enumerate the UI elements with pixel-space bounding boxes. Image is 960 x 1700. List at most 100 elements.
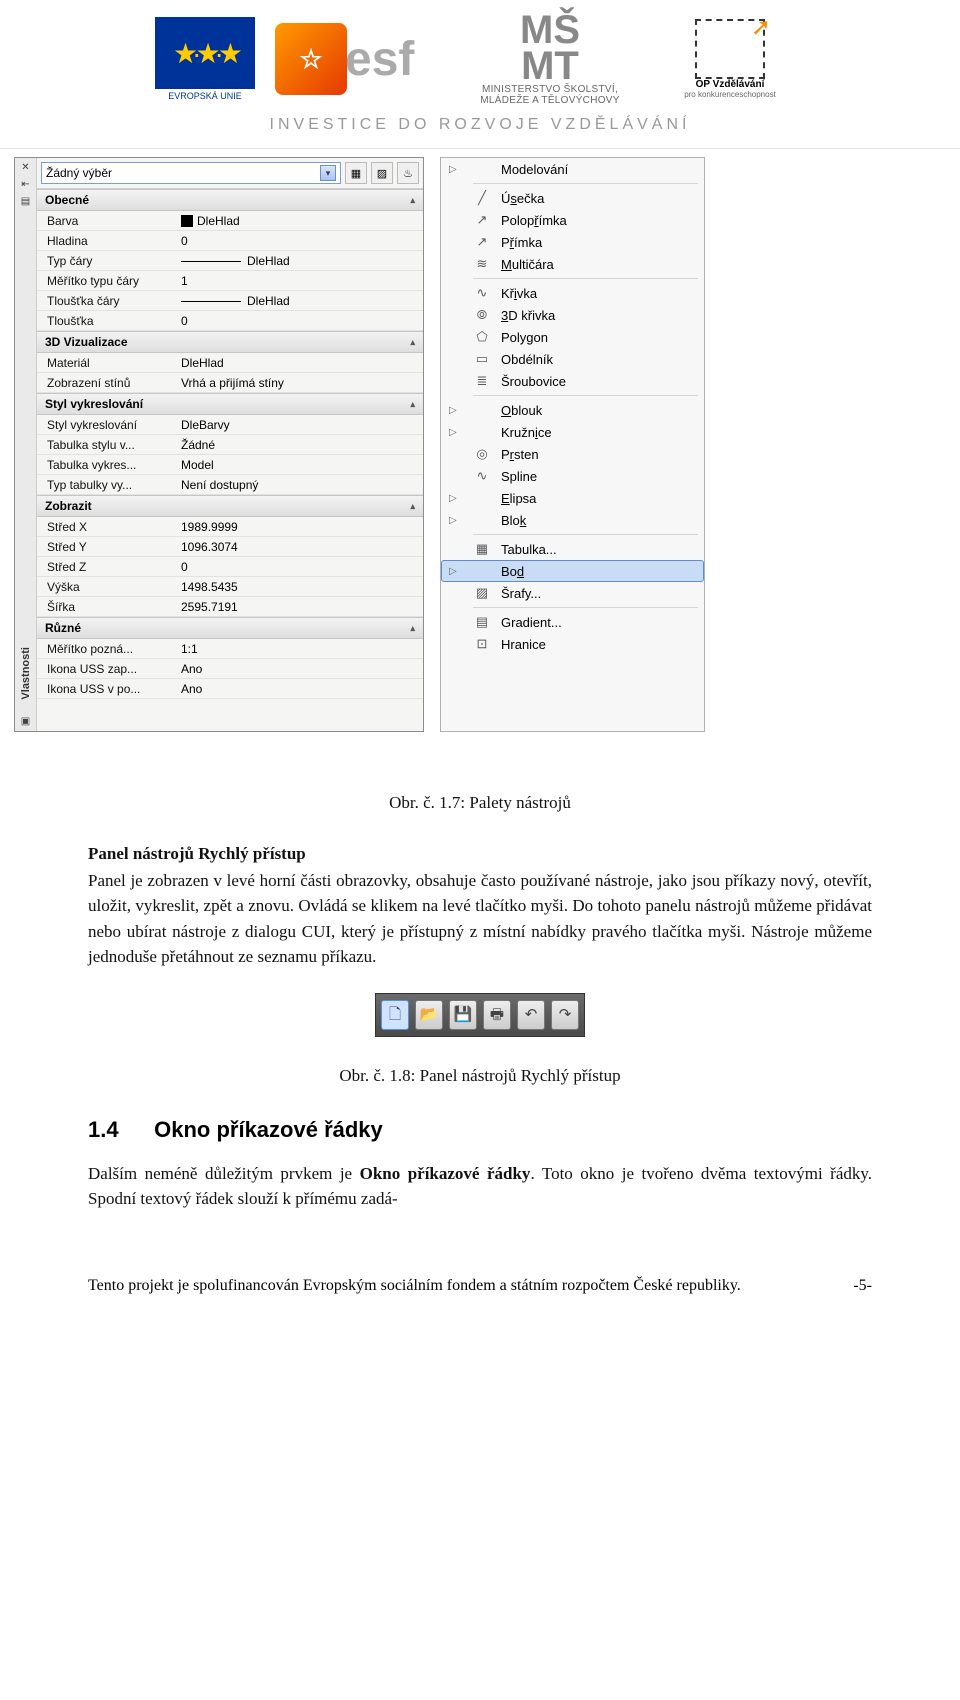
property-row[interactable]: Měřítko pozná...1:1 (37, 639, 423, 659)
category-header[interactable]: Obecné ▴ (37, 189, 423, 211)
collapse-icon[interactable]: ▴ (410, 501, 415, 512)
property-row[interactable]: Ikona USS v po...Ano (37, 679, 423, 699)
line-sample-icon (181, 301, 241, 302)
property-row[interactable]: Typ tabulky vy...Není dostupný (37, 475, 423, 495)
property-value[interactable]: DleHlad (177, 254, 423, 268)
color-swatch-icon (181, 215, 193, 227)
property-row[interactable]: Šířka2595.7191 (37, 597, 423, 617)
property-value[interactable]: 1:1 (177, 642, 423, 656)
property-row[interactable]: BarvaDleHlad (37, 211, 423, 231)
menu-item[interactable]: ▷Bod (441, 560, 704, 582)
chevron-down-icon[interactable]: ▾ (320, 165, 336, 181)
menu-item[interactable]: ╱Úsečka (441, 187, 704, 209)
opvk-line2: pro konkurenceschopnost (655, 90, 805, 99)
property-row[interactable]: Výška1498.5435 (37, 577, 423, 597)
property-value[interactable]: DleBarvy (177, 418, 423, 432)
category-name: Obecné (45, 193, 89, 207)
menu-item[interactable]: ↗Polopřímka (441, 209, 704, 231)
open-button[interactable]: 📂 (415, 1000, 443, 1030)
section-heading: 1.4 Okno příkazové řádky (88, 1114, 872, 1147)
collapse-icon[interactable]: ▴ (410, 399, 415, 410)
property-row[interactable]: Ikona USS zap...Ano (37, 659, 423, 679)
property-value[interactable]: Není dostupný (177, 478, 423, 492)
property-value[interactable]: Žádné (177, 438, 423, 452)
category-header[interactable]: 3D Vizualizace▴ (37, 331, 423, 353)
menu-item[interactable]: ▷Blok (441, 509, 704, 531)
property-row[interactable]: Hladina0 (37, 231, 423, 251)
menu-item[interactable]: ▷Oblouk (441, 399, 704, 421)
property-value[interactable]: 1989.9999 (177, 520, 423, 534)
menu-item[interactable]: ⬠Polygon (441, 326, 704, 348)
property-value[interactable]: DleHlad (177, 356, 423, 370)
menu-item-icon: ⊡ (473, 636, 491, 652)
property-row[interactable]: Měřítko typu čáry1 (37, 271, 423, 291)
menu-item-icon: ◎ (473, 446, 491, 462)
collapse-icon[interactable]: ▴ (410, 195, 415, 206)
menu-icon[interactable]: ▤ (21, 196, 30, 207)
property-value[interactable]: Ano (177, 662, 423, 676)
property-value[interactable]: Ano (177, 682, 423, 696)
print-button[interactable]: 🖶 (483, 1000, 511, 1030)
menu-separator (473, 607, 698, 608)
menu-item[interactable]: ▷Kružnice (441, 421, 704, 443)
options-icon[interactable]: ▣ (21, 716, 30, 727)
menu-item[interactable]: ▭Obdélník (441, 348, 704, 370)
menu-item[interactable]: ≣Šroubovice (441, 370, 704, 392)
category-header[interactable]: Zobrazit ▴ (37, 495, 423, 517)
property-row[interactable]: MateriálDleHlad (37, 353, 423, 373)
menu-item[interactable]: ≋Multičára (441, 253, 704, 275)
menu-item[interactable]: ▷Elipsa (441, 487, 704, 509)
category-header[interactable]: Styl vykreslování▴ (37, 393, 423, 415)
property-value[interactable]: 0 (177, 560, 423, 574)
menu-item[interactable]: ▦Tabulka... (441, 538, 704, 560)
undo-button[interactable]: ↶ (517, 1000, 545, 1030)
menu-item[interactable]: ▨Šrafy... (441, 582, 704, 604)
figure-caption-2: Obr. č. 1.8: Panel nástrojů Rychlý příst… (88, 1063, 872, 1088)
property-row[interactable]: Zobrazení stínůVrhá a přijímá stíny (37, 373, 423, 393)
property-row[interactable]: Tabulka stylu v...Žádné (37, 435, 423, 455)
collapse-icon[interactable]: ▴ (410, 623, 415, 634)
menu-item[interactable]: ⦾3D křivka (441, 304, 704, 326)
property-value[interactable]: DleHlad (177, 214, 423, 228)
property-value[interactable]: DleHlad (177, 294, 423, 308)
category-name: Různé (45, 621, 81, 635)
dock-icon[interactable]: ⇤ (21, 179, 29, 190)
menu-item[interactable]: ∿Spline (441, 465, 704, 487)
category-header[interactable]: Různé ▴ (37, 617, 423, 639)
category-name: Zobrazit (45, 499, 92, 513)
property-row[interactable]: Střed Y1096.3074 (37, 537, 423, 557)
menu-item[interactable]: ↗Přímka (441, 231, 704, 253)
property-row[interactable]: Styl vykreslováníDleBarvy (37, 415, 423, 435)
filter-button[interactable]: ♨ (397, 162, 419, 184)
property-row[interactable]: Tloušťka čáryDleHlad (37, 291, 423, 311)
property-value[interactable]: 1096.3074 (177, 540, 423, 554)
property-value[interactable]: Model (177, 458, 423, 472)
menu-item[interactable]: ∿Křivka (441, 282, 704, 304)
property-value[interactable]: 0 (177, 314, 423, 328)
new-button[interactable]: 🗋 (381, 1000, 409, 1030)
property-value[interactable]: 2595.7191 (177, 600, 423, 614)
save-button[interactable]: 💾 (449, 1000, 477, 1030)
selection-dropdown[interactable]: Žádný výběr ▾ (41, 162, 341, 184)
quick-select-button[interactable]: ▦ (345, 162, 367, 184)
property-value[interactable]: 1498.5435 (177, 580, 423, 594)
menu-item[interactable]: ◎Prsten (441, 443, 704, 465)
paragraph-2: Dalším neméně důležitým prvkem je Okno p… (88, 1161, 872, 1211)
redo-button[interactable]: ↷ (551, 1000, 579, 1030)
menu-item[interactable]: ▤Gradient... (441, 611, 704, 633)
property-row[interactable]: Střed Z0 (37, 557, 423, 577)
property-value[interactable]: Vrhá a přijímá stíny (177, 376, 423, 390)
line-sample-icon (181, 261, 241, 262)
close-icon[interactable]: ✕ (21, 162, 29, 173)
property-value[interactable]: 0 (177, 234, 423, 248)
menu-item[interactable]: ▷Modelování (441, 158, 704, 180)
paragraph-1: Panel je zobrazen v levé horní části obr… (88, 868, 872, 969)
property-row[interactable]: Tloušťka0 (37, 311, 423, 331)
property-row[interactable]: Tabulka vykres...Model (37, 455, 423, 475)
property-row[interactable]: Střed X1989.9999 (37, 517, 423, 537)
select-objects-button[interactable]: ▨ (371, 162, 393, 184)
property-row[interactable]: Typ čáryDleHlad (37, 251, 423, 271)
menu-item[interactable]: ⊡Hranice (441, 633, 704, 655)
property-value[interactable]: 1 (177, 274, 423, 288)
collapse-icon[interactable]: ▴ (410, 337, 415, 348)
